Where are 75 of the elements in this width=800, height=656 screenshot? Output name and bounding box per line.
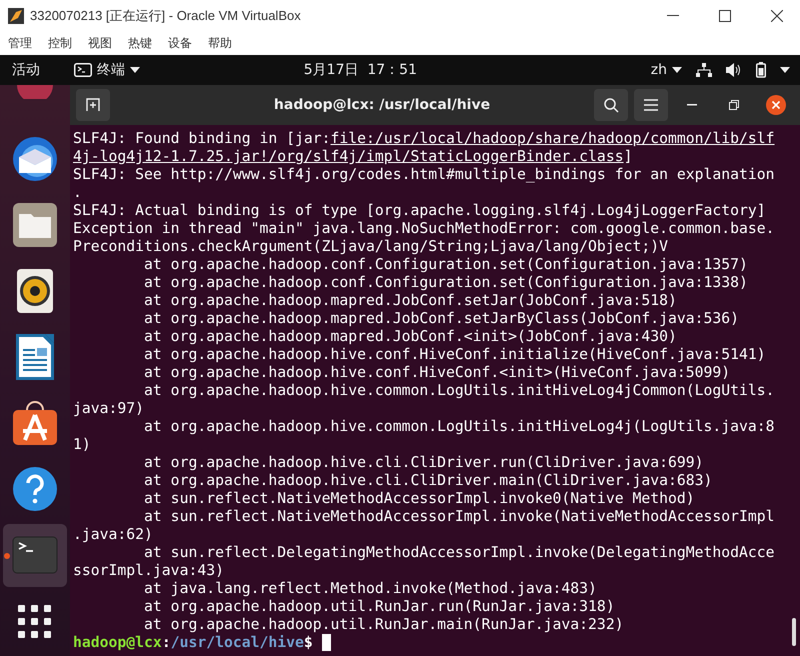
terminal-link[interactable]: 4j-log4j12-1.7.25.jar!/org/slf4j/impl/StaticLoggerBinder.class xyxy=(73,148,624,165)
terminal-link[interactable]: file:/usr/local/hadoop/share/hadoop/common/lib/slf xyxy=(330,130,775,147)
terminal-line: at org.apache.hadoop.hive.cli.CliDriver.run(CliDriver.java:699) xyxy=(143,454,704,472)
terminal-icon xyxy=(74,63,92,77)
terminal-line: at org.apache.hadoop.mapred.JobConf.setJarByClass(JobConf.java:536) xyxy=(143,310,740,328)
terminal-line: at java.lang.reflect.Method.invoke(Method.java:483) xyxy=(143,580,597,598)
terminal-line: at org.apache.hadoop.util.RunJar.main(RunJar.java:232) xyxy=(143,616,624,634)
terminal-icon[interactable] xyxy=(12,536,58,574)
terminal-line: .java:62) xyxy=(73,526,153,544)
search-icon xyxy=(603,97,619,113)
terminal-line: at org.apache.hadoop.hive.common.LogUtils.initHiveLog4jCommon(LogUtils. xyxy=(143,382,775,400)
menu-button[interactable] xyxy=(634,89,668,121)
terminal-line: SLF4J: Actual binding is of type [org.apache.logging.slf4j.Log4jLoggerFactory] xyxy=(73,202,766,220)
terminal-line: at org.apache.hadoop.hive.common.LogUtils.initHiveLog4j(LogUtils.java:8 xyxy=(143,418,775,436)
terminal-line: 4j-log4j12-1.7.25.jar!/org/slf4j/impl/StaticLoggerBinder.class] xyxy=(73,148,632,166)
minimize-icon xyxy=(667,15,679,17)
battery-icon xyxy=(756,62,766,78)
virtualbox-icon xyxy=(8,8,24,24)
speaker-icon[interactable] xyxy=(16,268,54,314)
scrollbar xyxy=(792,618,796,646)
caret-icon xyxy=(130,67,140,73)
volume-icon xyxy=(726,63,742,77)
prompt-separator: : xyxy=(162,634,171,652)
menu-item[interactable]: 视图 xyxy=(88,35,112,52)
terminal-line: java:97) xyxy=(73,400,144,418)
menu-item[interactable]: 帮助 xyxy=(208,35,232,52)
menu-item[interactable]: 热键 xyxy=(128,35,152,52)
activities-button[interactable]: 活动 xyxy=(12,61,40,79)
app-menu[interactable]: 终端 xyxy=(97,61,125,79)
terminal-line: at org.apache.hadoop.mapred.JobConf.<init>(JobConf.java:430) xyxy=(143,328,677,346)
app-grid-icon[interactable] xyxy=(18,604,52,638)
terminal-line: Exception in thread "main" java.lang.NoSuchMethodError: com.google.common.base. xyxy=(73,220,775,238)
document-icon[interactable] xyxy=(15,333,55,382)
minimize-icon xyxy=(687,104,697,106)
new-tab-icon xyxy=(85,97,101,113)
menu-item[interactable]: 管理 xyxy=(8,35,32,52)
prompt-user: hadoop@lcx xyxy=(73,634,162,652)
maximize-icon xyxy=(719,10,731,22)
help-icon[interactable] xyxy=(12,466,58,512)
terminal-line: SLF4J: Found binding in [jar:file:/usr/local/hadoop/share/hadoop/common/lib/slf xyxy=(73,130,775,148)
menu-item[interactable]: 控制 xyxy=(48,35,72,52)
terminal-line: at org.apache.hadoop.conf.Configuration.set(Configuration.java:1338) xyxy=(143,274,748,292)
terminal-line: at org.apache.hadoop.hive.conf.HiveConf.<init>(HiveConf.java:5099) xyxy=(143,364,730,382)
text-cursor xyxy=(322,634,331,651)
terminal-line: Preconditions.checkArgument(ZLjava/lang/String;Ljava/lang/Object;)V xyxy=(73,238,668,256)
prompt-path: /usr/local/hive xyxy=(170,634,304,652)
terminal-line: at org.apache.hadoop.hive.conf.HiveConf.initialize(HiveConf.java:5141) xyxy=(143,346,766,364)
terminal-line: at sun.reflect.NativeMethodAccessorImpl.invoke0(Native Method) xyxy=(143,490,695,508)
terminal-line: SLF4J: See http://www.slf4j.org/codes.html#multiple_bindings for an explanation xyxy=(73,166,775,184)
input-method-button[interactable]: zh xyxy=(650,62,667,78)
prompt-symbol: $ xyxy=(304,634,313,652)
menu-icon xyxy=(644,99,658,111)
new-tab-button[interactable] xyxy=(76,89,110,121)
terminal-line: ssorImpl.java:43) xyxy=(73,562,224,580)
close-icon xyxy=(771,10,783,22)
clock[interactable]: 5月17日 17：51 xyxy=(140,61,651,79)
window-title: 3320070213 [正在运行] - Oracle VM VirtualBox xyxy=(30,7,302,25)
terminal-line: . xyxy=(73,184,82,202)
terminal-line: at org.apache.hadoop.hive.cli.CliDriver.main(CliDriver.java:683) xyxy=(143,472,712,490)
terminal-line: 1) xyxy=(73,436,91,454)
shopping-bag-icon[interactable] xyxy=(12,400,58,446)
terminal-line: at org.apache.hadoop.mapred.JobConf.setJar(JobConf.java:518) xyxy=(143,292,677,310)
terminal-line: at org.apache.hadoop.util.RunJar.run(RunJar.java:318) xyxy=(143,598,615,616)
terminal-line: at sun.reflect.DelegatingMethodAccessorImpl.invoke(DelegatingMethodAcce xyxy=(143,544,775,562)
search-button[interactable] xyxy=(594,89,628,121)
window-title: hadoop@lcx: /usr/local/hive xyxy=(272,97,492,113)
terminal-line: at sun.reflect.NativeMethodAccessorImpl.invoke(NativeMethodAccessorImpl xyxy=(143,508,775,526)
close-button[interactable] xyxy=(766,95,786,115)
folder-icon[interactable] xyxy=(12,202,58,248)
terminal-line: at org.apache.hadoop.conf.Configuration.set(Configuration.java:1357) xyxy=(143,256,748,274)
network-icon xyxy=(696,63,712,77)
caret-icon xyxy=(672,67,682,73)
caret-icon xyxy=(780,67,790,73)
menu-item[interactable]: 设备 xyxy=(168,35,192,52)
restore-icon xyxy=(729,100,739,110)
